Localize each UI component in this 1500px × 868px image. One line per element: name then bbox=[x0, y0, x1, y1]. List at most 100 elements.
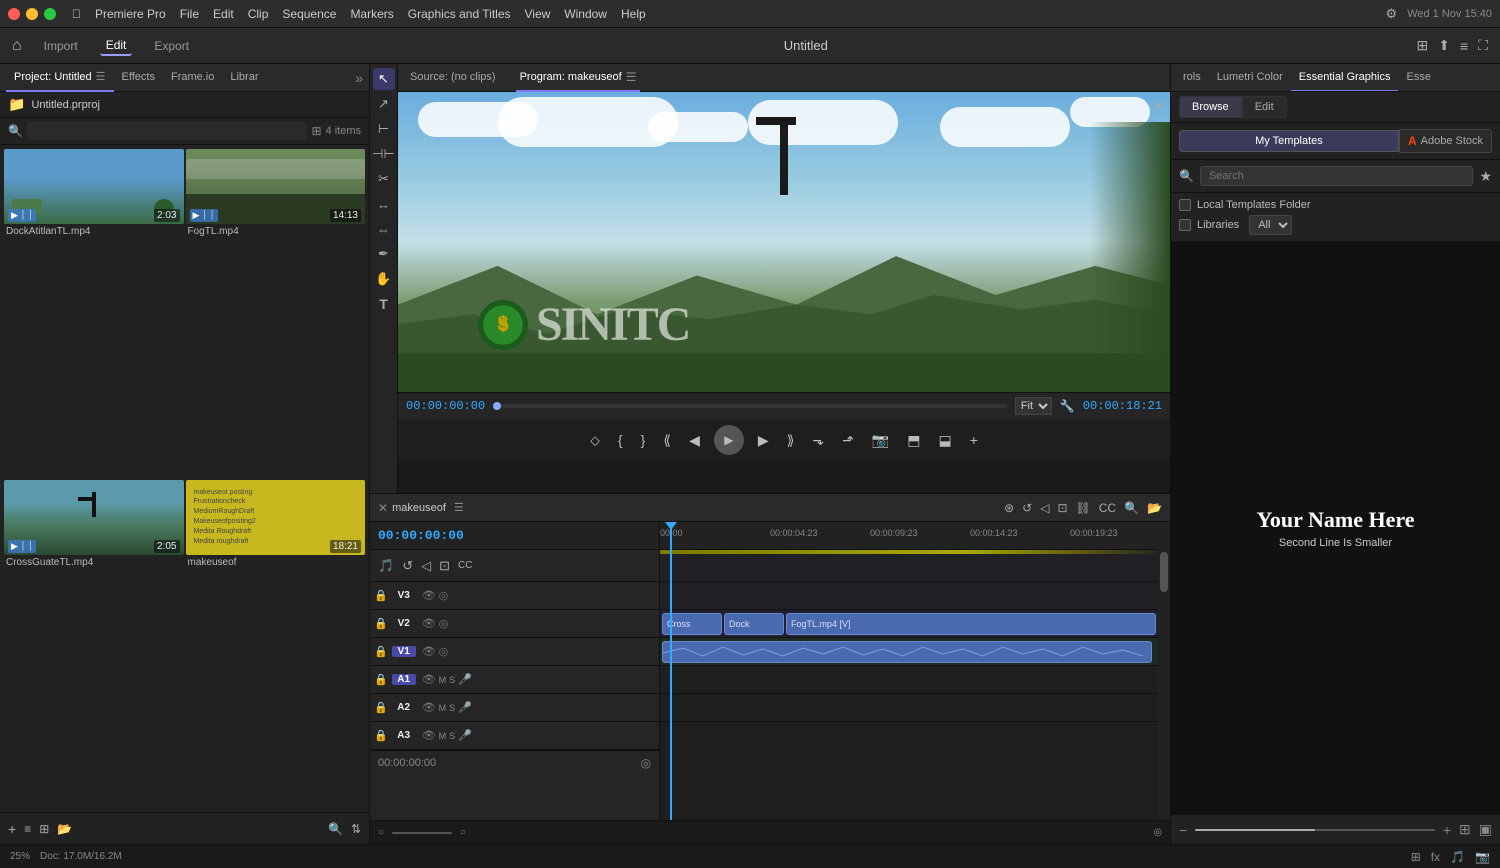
track-label-a3[interactable]: A3 bbox=[392, 730, 416, 741]
lock-icon[interactable]: 🔒 bbox=[374, 645, 388, 658]
sort-icon[interactable]: ⇅ bbox=[351, 822, 361, 836]
zoom-out-icon[interactable]: − bbox=[1179, 822, 1187, 838]
list-view-icon[interactable]: ⊞ bbox=[311, 124, 321, 138]
bottom-icon-4[interactable]: 📷 bbox=[1475, 850, 1490, 864]
add-mark-icon[interactable]: ◁ bbox=[1040, 501, 1049, 515]
mark-in-button[interactable]: ⬦ bbox=[586, 428, 604, 453]
find-icon[interactable]: 🔍 bbox=[328, 822, 343, 836]
edit-menu[interactable]: Edit bbox=[213, 7, 234, 21]
step-forward-button[interactable]: ▶ bbox=[754, 428, 773, 453]
solo-icon[interactable]: ◎ bbox=[439, 645, 449, 658]
solo-icon[interactable]: ◎ bbox=[439, 617, 449, 630]
tab-librar[interactable]: Librar bbox=[222, 64, 266, 92]
mute-button[interactable]: M bbox=[439, 703, 447, 713]
zoom-in-icon[interactable]: + bbox=[1443, 822, 1451, 838]
snap-icon[interactable]: ⊡ bbox=[1057, 501, 1067, 515]
program-monitor-tab[interactable]: Program: makeuseof ☰ bbox=[516, 64, 641, 92]
eg-zoom-slider[interactable] bbox=[1195, 829, 1435, 831]
track-label-v1[interactable]: V1 bbox=[392, 646, 416, 657]
button-lift[interactable]: ⬒ bbox=[903, 428, 924, 453]
eye-icon[interactable]: 👁 bbox=[422, 589, 436, 602]
list-item[interactable]: makeuseot posting Frustrationcheck Mediu… bbox=[186, 480, 366, 809]
minimize-button[interactable] bbox=[26, 8, 38, 20]
pen-tool[interactable]: ✒ bbox=[373, 243, 395, 265]
export-frame-button[interactable]: 📷 bbox=[868, 428, 893, 453]
go-to-out-button[interactable]: ⟫ bbox=[783, 428, 799, 453]
adobe-stock-button[interactable]: A Adobe Stock bbox=[1399, 129, 1492, 153]
close-button[interactable] bbox=[8, 8, 20, 20]
list-view-toggle[interactable]: ≡ bbox=[24, 822, 31, 836]
settings-icon[interactable]: 📂 bbox=[1147, 501, 1162, 515]
app-menu[interactable]: Premiere Pro bbox=[95, 7, 166, 21]
view-options-icon[interactable]: ⊞ bbox=[1459, 821, 1471, 838]
solo-audio-button[interactable]: S bbox=[449, 731, 455, 741]
rolling-edit-tool[interactable]: ⊣⊢ bbox=[373, 143, 395, 165]
audio-track-icon[interactable]: 🎵 bbox=[378, 558, 394, 574]
apple-menu[interactable]:  bbox=[72, 7, 81, 21]
button-extract[interactable]: ⬓ bbox=[935, 428, 956, 453]
solo-audio-button[interactable]: S bbox=[449, 675, 455, 685]
keyframe-icon[interactable]: ◁ bbox=[421, 558, 431, 574]
lock-icon[interactable]: 🔒 bbox=[374, 673, 388, 686]
list-item[interactable]: ▶ ⏐ ⏐ 2:03 DockAtitlanTL.mp4 bbox=[4, 149, 184, 478]
clip-settings-icon[interactable]: ⊡ bbox=[439, 558, 450, 574]
tab-esse[interactable]: Esse bbox=[1398, 64, 1438, 92]
overwrite-button[interactable]: ⬏ bbox=[838, 428, 858, 453]
track-label-v2[interactable]: V2 bbox=[392, 618, 416, 629]
help-menu[interactable]: Help bbox=[621, 7, 646, 21]
mic-icon[interactable]: 🎤 bbox=[458, 673, 472, 686]
clip-audio-1[interactable] bbox=[662, 641, 1152, 663]
mute-button[interactable]: M bbox=[439, 731, 447, 741]
bottom-icon-1[interactable]: ⊞ bbox=[1411, 850, 1421, 864]
eye-icon[interactable]: 👁 bbox=[422, 617, 436, 630]
libraries-checkbox[interactable] bbox=[1179, 219, 1191, 231]
ripple-icon[interactable]: ⊛ bbox=[1004, 501, 1014, 515]
control-center-icon[interactable]: ⚙ bbox=[1386, 6, 1398, 22]
list-item[interactable]: ▶ ⏐ ⏐ 14:13 FogTL.mp4 bbox=[186, 149, 366, 478]
lock-icon[interactable]: 🔒 bbox=[374, 701, 388, 714]
export-button[interactable]: Export bbox=[148, 37, 195, 55]
eg-edit-tab[interactable]: Edit bbox=[1242, 96, 1287, 118]
list-item[interactable]: ▶ ⏐ ⏐ 2:05 CrossGuateTL.mp4 bbox=[4, 480, 184, 809]
lock-icon[interactable]: 🔒 bbox=[374, 589, 388, 602]
graphics-menu[interactable]: Graphics and Titles bbox=[408, 7, 511, 21]
clip-cross[interactable]: Cross bbox=[662, 613, 722, 635]
scrollbar-thumb[interactable] bbox=[1160, 552, 1168, 592]
lock-icon[interactable]: 🔒 bbox=[374, 729, 388, 742]
timeline-scroll-right[interactable]: ◎ bbox=[1153, 827, 1162, 838]
eye-icon[interactable]: 👁 bbox=[422, 701, 436, 714]
mic-icon[interactable]: 🎤 bbox=[458, 729, 472, 742]
source-monitor-tab[interactable]: Source: (no clips) bbox=[406, 64, 500, 92]
tab-frameio[interactable]: Frame.io bbox=[163, 64, 222, 92]
eg-search-input[interactable] bbox=[1200, 166, 1473, 186]
slide-tool[interactable]: ⇔ bbox=[373, 218, 395, 240]
sequence-menu[interactable]: Sequence bbox=[282, 7, 336, 21]
tab-project[interactable]: Project: Untitled ☰ bbox=[6, 64, 114, 92]
monitor-close-button[interactable]: ✕ bbox=[1152, 98, 1164, 115]
bottom-icon-3[interactable]: 🎵 bbox=[1450, 850, 1465, 864]
clip-dock[interactable]: Dock bbox=[724, 613, 784, 635]
track-select-tool[interactable]: ↗ bbox=[373, 93, 395, 115]
file-menu[interactable]: File bbox=[180, 7, 199, 21]
home-icon[interactable]: ⌂ bbox=[12, 37, 22, 55]
lock-icon[interactable]: 🔒 bbox=[374, 617, 388, 630]
search-input[interactable] bbox=[27, 122, 308, 140]
solo-icon[interactable]: ◎ bbox=[439, 589, 449, 602]
folder-icon[interactable]: 📂 bbox=[57, 822, 72, 836]
edit-button[interactable]: Edit bbox=[100, 36, 133, 56]
track-height-icon[interactable]: ↺ bbox=[402, 558, 413, 574]
preview-icon[interactable]: ▣ bbox=[1479, 821, 1492, 838]
tab-effects[interactable]: Effects bbox=[114, 64, 163, 92]
ripple-edit-tool[interactable]: ⊢ bbox=[373, 118, 395, 140]
track-label-v3[interactable]: V3 bbox=[392, 590, 416, 601]
track-label-a1[interactable]: A1 bbox=[392, 674, 416, 685]
timeline-menu-icon[interactable]: ☰ bbox=[454, 501, 464, 514]
my-templates-button[interactable]: My Templates bbox=[1179, 130, 1399, 152]
scrub-bar[interactable] bbox=[493, 404, 1007, 408]
timeline-playhead[interactable] bbox=[670, 522, 672, 549]
grid-view-toggle[interactable]: ⊞ bbox=[39, 822, 49, 836]
go-to-in-button[interactable]: ⟪ bbox=[659, 428, 675, 453]
add-button[interactable]: + bbox=[966, 428, 982, 452]
track-label-a2[interactable]: A2 bbox=[392, 702, 416, 713]
solo-audio-button[interactable]: S bbox=[449, 703, 455, 713]
